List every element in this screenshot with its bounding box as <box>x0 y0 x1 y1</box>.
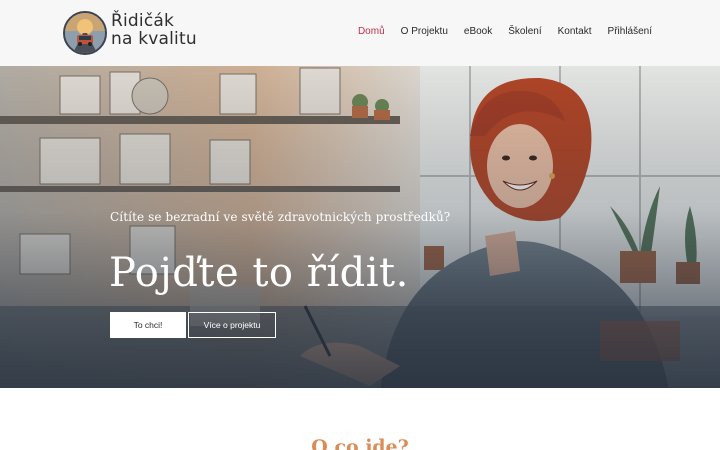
car-road-logo-icon[interactable] <box>63 11 107 55</box>
nav-item-o-projektu[interactable]: O Projektu <box>401 26 448 37</box>
brand-line-2: na kvalitu <box>111 29 197 49</box>
brand-line-1: Řidičák <box>111 11 175 31</box>
site-header: Řidičák na kvalitu Domů O Projektu eBook… <box>0 0 720 66</box>
nav-item-ebook[interactable]: eBook <box>464 26 492 37</box>
nav-item-domu[interactable]: Domů <box>358 26 385 37</box>
hero-section: Cítíte se bezradní ve světě zdravotnický… <box>0 66 720 388</box>
section-title: O co jde? <box>311 436 409 450</box>
brand-name[interactable]: Řidičák na kvalitu <box>111 12 197 48</box>
to-chci-button[interactable]: To chci! <box>110 312 186 338</box>
hero-subtitle: Cítíte se bezradní ve světě zdravotnický… <box>110 210 451 224</box>
vice-o-projektu-button[interactable]: Více o projektu <box>188 312 276 338</box>
nav-item-kontakt[interactable]: Kontakt <box>558 26 592 37</box>
main-nav: Domů O Projektu eBook Školení Kontakt Př… <box>342 26 652 37</box>
nav-item-prihlaseni[interactable]: Přihlášení <box>608 26 652 37</box>
nav-item-skoleni[interactable]: Školení <box>508 26 541 37</box>
hero-title: Pojďte to řídit. <box>109 250 409 296</box>
hero-illustration <box>0 66 720 388</box>
